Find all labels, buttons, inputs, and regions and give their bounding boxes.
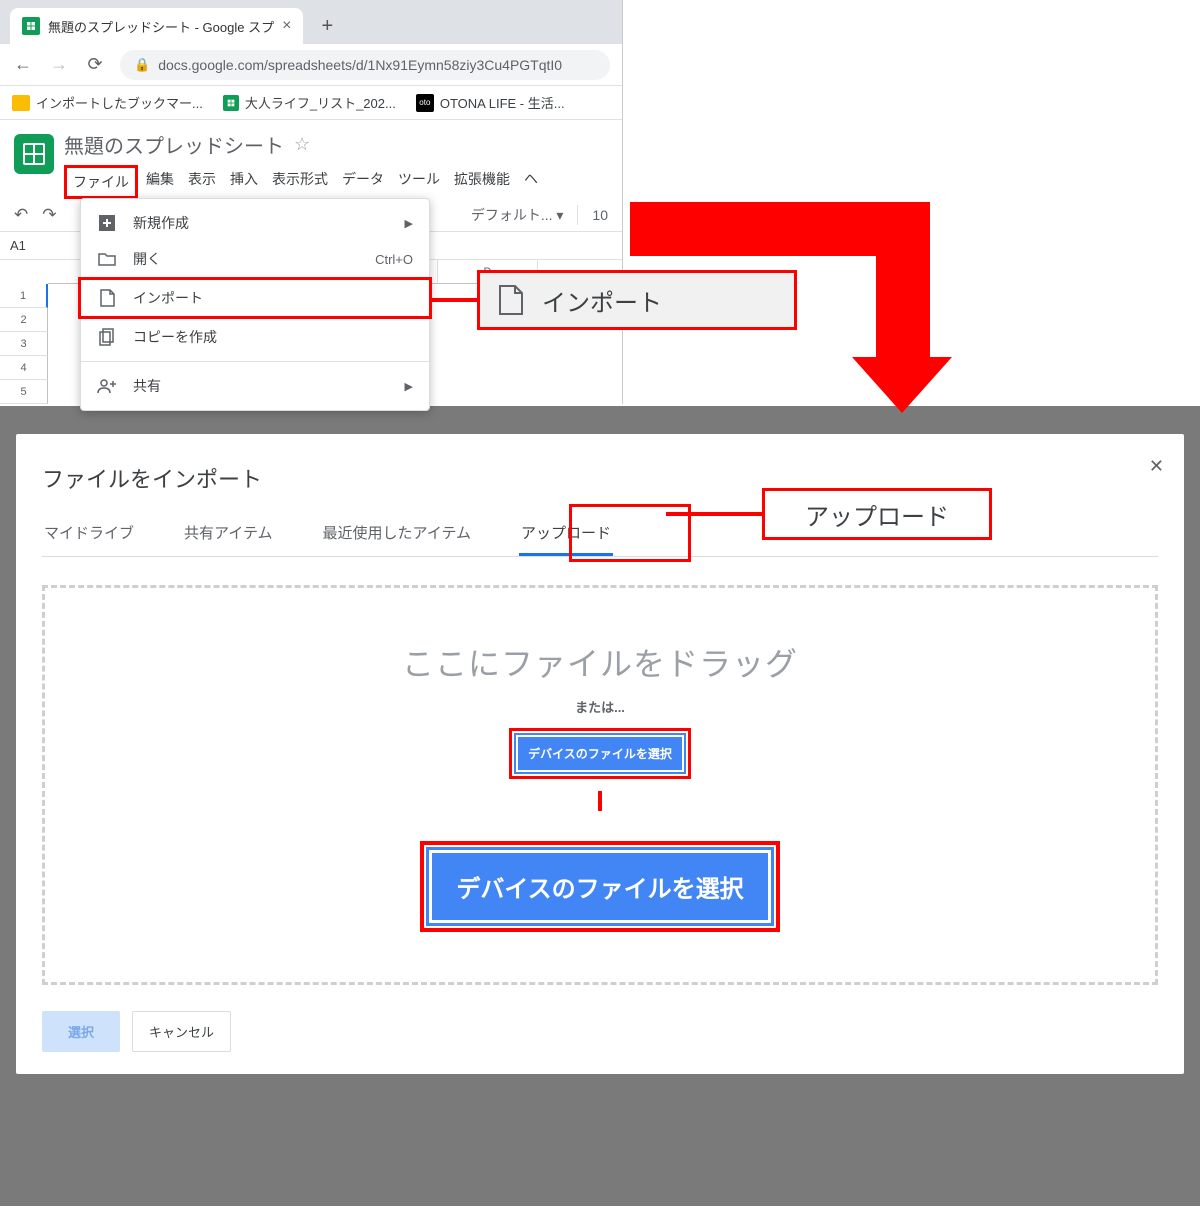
chevron-right-icon: ▶ (405, 380, 413, 393)
shortcut-text: Ctrl+O (375, 252, 413, 267)
menu-item-label: 新規作成 (133, 213, 189, 233)
annotation-connector (598, 791, 602, 811)
menu-insert[interactable]: 挿入 (224, 165, 264, 199)
browser-tab[interactable]: 無題のスプレッドシート - Google スプ × (10, 8, 303, 44)
file-menu-dropdown: 新規作成 ▶ 開く Ctrl+O インポート コピーを作成 (80, 198, 430, 411)
chevron-right-icon: ▶ (405, 217, 413, 230)
menu-item-import[interactable]: インポート (78, 277, 432, 319)
drag-instruction: ここにファイルをドラッグ (402, 639, 798, 685)
copy-icon (97, 327, 117, 347)
annotation-connector (666, 512, 762, 516)
cancel-button[interactable]: キャンセル (132, 1011, 231, 1052)
sheets-favicon (223, 95, 239, 111)
menu-extensions[interactable]: 拡張機能 (448, 165, 516, 199)
callout-label: アップロード (805, 497, 949, 532)
menu-item-open[interactable]: 開く Ctrl+O (81, 241, 429, 277)
sheets-app: 無題のスプレッドシート ☆ ファイル 編集 表示 挿入 表示形式 データ ツール… (0, 120, 622, 404)
forward-icon[interactable]: → (48, 54, 70, 75)
select-device-file-button-large[interactable]: デバイスのファイルを選択 (429, 850, 770, 923)
sheets-favicon (22, 17, 40, 35)
back-icon[interactable]: ← (12, 54, 34, 75)
browser-chrome: 無題のスプレッドシート - Google スプ × + ← → ⟳ 🔒 docs… (0, 0, 622, 120)
menu-separator (81, 361, 429, 362)
document-icon (498, 284, 524, 316)
import-file-dialog: ファイルをインポート ✕ マイドライブ 共有アイテム 最近使用したアイテム アッ… (16, 434, 1184, 1074)
bookmark-label: OTONA LIFE - 生活... (440, 93, 565, 112)
font-selector[interactable]: デフォルト... ▾ (471, 205, 564, 225)
menu-help[interactable]: ヘ (518, 165, 544, 199)
bookmark-item[interactable]: oto OTONA LIFE - 生活... (416, 93, 565, 112)
menu-bar: ファイル 編集 表示 挿入 表示形式 データ ツール 拡張機能 ヘ (64, 159, 544, 199)
tab-title: 無題のスプレッドシート - Google スプ (48, 17, 274, 36)
dialog-footer: 選択 キャンセル (42, 1011, 1158, 1052)
folder-open-icon (97, 249, 117, 269)
url-input[interactable]: 🔒 docs.google.com/spreadsheets/d/1Nx91Ey… (120, 50, 610, 80)
upload-callout: アップロード (762, 488, 992, 540)
row-header-5[interactable]: 5 (0, 380, 48, 404)
folder-icon (12, 95, 30, 111)
menu-file[interactable]: ファイル (64, 165, 138, 199)
or-text: または... (575, 697, 625, 716)
menu-item-label: 共有 (133, 376, 161, 396)
plus-box-icon (97, 213, 117, 233)
lock-icon: 🔒 (134, 57, 150, 73)
bookmark-item[interactable]: インポートしたブックマー... (12, 93, 203, 112)
reload-icon[interactable]: ⟳ (84, 54, 106, 75)
menu-view[interactable]: 表示 (182, 165, 222, 199)
font-size[interactable]: 10 (592, 207, 608, 223)
tab-shared[interactable]: 共有アイテム (182, 512, 275, 556)
doc-title[interactable]: 無題のスプレッドシート (64, 130, 284, 159)
redo-icon[interactable]: ↷ (42, 205, 56, 225)
browser-tab-bar: 無題のスプレッドシート - Google スプ × + (0, 0, 622, 44)
tab-upload[interactable]: アップロード (519, 512, 613, 556)
menu-edit[interactable]: 編集 (140, 165, 180, 199)
document-icon (97, 288, 117, 308)
bookmark-label: 大人ライフ_リスト_202... (245, 93, 396, 112)
menu-item-label: インポート (133, 288, 203, 308)
oto-icon: oto (416, 94, 434, 112)
row-header-1[interactable]: 1 (0, 284, 48, 308)
menu-tools[interactable]: ツール (392, 165, 446, 199)
sheets-logo[interactable] (14, 134, 54, 174)
star-icon[interactable]: ☆ (294, 134, 310, 155)
tab-recent[interactable]: 最近使用したアイテム (321, 512, 474, 556)
row-header-2[interactable]: 2 (0, 308, 48, 332)
select-device-file-button[interactable]: デバイスのファイルを選択 (516, 735, 684, 772)
annotation-highlight: デバイスのファイルを選択 (420, 841, 779, 932)
close-tab-icon[interactable]: × (282, 17, 291, 35)
upload-drop-zone[interactable]: ここにファイルをドラッグ または... デバイスのファイルを選択 デバイスのファ… (42, 585, 1158, 985)
menu-item-share[interactable]: 共有 ▶ (81, 368, 429, 404)
annotation-connector (428, 298, 477, 302)
menu-data[interactable]: データ (336, 165, 390, 199)
import-callout: インポート (477, 270, 797, 330)
select-button[interactable]: 選択 (42, 1011, 120, 1052)
url-text: docs.google.com/spreadsheets/d/1Nx91Eymn… (158, 57, 562, 73)
row-header-3[interactable]: 3 (0, 332, 48, 356)
menu-format[interactable]: 表示形式 (266, 165, 334, 199)
person-plus-icon (97, 376, 117, 396)
dialog-backdrop: ファイルをインポート ✕ マイドライブ 共有アイテム 最近使用したアイテム アッ… (0, 406, 1200, 1206)
menu-item-label: コピーを作成 (133, 327, 217, 347)
undo-icon[interactable]: ↶ (14, 205, 28, 225)
menu-item-new[interactable]: 新規作成 ▶ (81, 205, 429, 241)
bookmark-item[interactable]: 大人ライフ_リスト_202... (223, 93, 396, 112)
new-tab-button[interactable]: + (311, 15, 343, 38)
row-header-4[interactable]: 4 (0, 356, 48, 380)
bookmark-label: インポートしたブックマー... (36, 93, 203, 112)
menu-item-label: 開く (133, 249, 161, 269)
bookmarks-bar: インポートしたブックマー... 大人ライフ_リスト_202... oto OTO… (0, 86, 622, 120)
annotation-highlight: デバイスのファイルを選択 (509, 728, 691, 779)
address-bar: ← → ⟳ 🔒 docs.google.com/spreadsheets/d/1… (0, 44, 622, 86)
callout-label: インポート (542, 283, 662, 318)
tab-my-drive[interactable]: マイドライブ (42, 512, 136, 556)
name-box[interactable]: A1 (0, 238, 48, 253)
menu-item-copy[interactable]: コピーを作成 (81, 319, 429, 355)
close-icon[interactable]: ✕ (1149, 456, 1164, 477)
